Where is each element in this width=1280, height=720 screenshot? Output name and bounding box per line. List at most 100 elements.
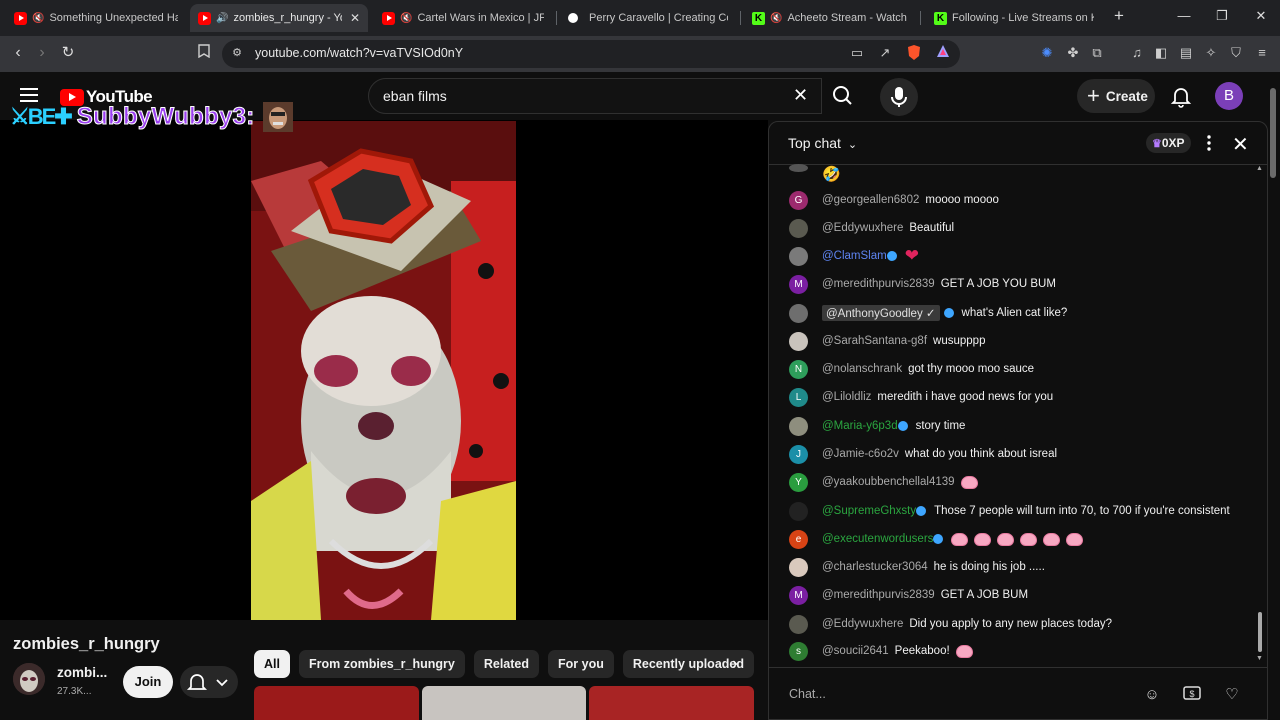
chat-message[interactable]: N @nolanschrank got thy mooo moo sauce	[789, 358, 1034, 380]
chat-message[interactable]: Y @yaakoubbenchellal4139	[789, 471, 984, 493]
chat-author[interactable]: @Jamie-c6o2v	[822, 448, 899, 460]
browser-tab-active[interactable]: 🔊 zombies_r_hungry - YouT ✕	[190, 4, 368, 32]
browser-tab[interactable]: 🔇 Cartel Wars in Mexico | JFGT #14	[374, 4, 552, 32]
speaker-playing-icon[interactable]: 🔊	[216, 13, 228, 24]
browser-tab[interactable]: K Following - Live Streams on Kick	[926, 4, 1102, 32]
site-info-icon[interactable]: ⚙	[228, 44, 246, 62]
chat-author[interactable]: @georgeallen6802	[822, 194, 919, 206]
url-text[interactable]: youtube.com/watch?v=vaTVSIOd0nY	[255, 46, 463, 60]
chip-from-channel[interactable]: From zombies_r_hungry	[298, 650, 465, 678]
browser-tab[interactable]: Perry Caravello | Creating Come	[560, 4, 736, 32]
chat-author[interactable]: @AnthonyGoodley ✓	[822, 305, 940, 321]
chat-mode-dropdown[interactable]: Top chat ⌄	[788, 135, 857, 151]
chat-message[interactable]: @Eddywuxhere Beautiful	[789, 217, 954, 239]
guide-menu-icon[interactable]	[20, 88, 38, 102]
join-button[interactable]: Join	[123, 666, 173, 698]
video-player[interactable]	[251, 121, 516, 620]
subscription-bell-button[interactable]	[180, 666, 238, 698]
chat-message[interactable]: M @meredithpurvis2839 GET A JOB BUM	[789, 584, 1028, 606]
chat-message[interactable]: @SarahSantana-g8f wusupppp	[789, 330, 985, 352]
chat-author[interactable]: @Eddywuxhere	[822, 222, 903, 234]
extensions-puzzle-icon[interactable]: ✤	[1064, 44, 1082, 62]
xp-badge[interactable]: ♛0XP	[1146, 133, 1191, 153]
chat-author[interactable]: @SupremeGhxsty	[822, 505, 916, 517]
related-video-thumbnail[interactable]	[254, 686, 419, 720]
maximize-window-icon[interactable]: ❐	[1212, 8, 1232, 24]
chat-message[interactable]: M @meredithpurvis2839 GET A JOB YOU BUM	[789, 273, 1056, 295]
chat-message[interactable]: @charlestucker3064 he is doing his job .…	[789, 556, 1045, 578]
notifications-bell-icon[interactable]	[1169, 84, 1193, 108]
browser-menu-icon[interactable]: ≡	[1253, 44, 1271, 62]
tab-close-icon[interactable]: ✕	[350, 11, 360, 25]
share-icon[interactable]: ↗	[876, 44, 894, 62]
close-chat-icon[interactable]: ✕	[1232, 132, 1249, 157]
like-heart-icon[interactable]: ♡	[1222, 685, 1242, 705]
chat-author[interactable]: @Eddywuxhere	[822, 618, 903, 630]
page-scrollbar-thumb[interactable]	[1270, 88, 1276, 178]
chat-message[interactable]: @SupremeGhxsty Those 7 people will turn …	[789, 500, 1230, 522]
browser-tab[interactable]: 🔇 Something Unexpected Hap	[6, 4, 186, 32]
sidebar-icon[interactable]: ◧	[1152, 44, 1170, 62]
chat-author[interactable]: @yaakoubbenchellal4139	[822, 476, 955, 488]
new-tab-button[interactable]: +	[1109, 6, 1129, 26]
media-controls-icon[interactable]: ♫	[1128, 44, 1146, 62]
chat-message[interactable]: @ClamSlam ❤	[789, 245, 919, 267]
chat-author[interactable]: @Liloldliz	[822, 391, 871, 403]
chat-message[interactable]: e @executenwordusers	[789, 528, 1089, 550]
search-button[interactable]	[822, 78, 864, 114]
chat-author[interactable]: @charlestucker3064	[822, 561, 928, 573]
chat-author[interactable]: @soucii2641	[822, 645, 889, 657]
channel-name[interactable]: zombi...	[57, 665, 107, 680]
scroll-up-icon[interactable]: ▲	[1256, 165, 1263, 172]
chat-message[interactable]: G @georgeallen6802 moooo moooo	[789, 189, 999, 211]
chat-message[interactable]: L @Liloldliz meredith i have good news f…	[789, 386, 1053, 408]
chat-author[interactable]: @meredithpurvis2839	[822, 278, 935, 290]
chat-scrollbar[interactable]: ▲ ▼	[1256, 165, 1264, 665]
related-video-thumbnail[interactable]	[422, 686, 586, 720]
voice-search-button[interactable]	[880, 78, 918, 116]
screenshot-icon[interactable]: ⧉	[1088, 44, 1106, 62]
leo-ai-icon[interactable]: ✧	[1202, 44, 1220, 62]
chat-message[interactable]: @Eddywuxhere Did you apply to any new pl…	[789, 613, 1112, 635]
chip-related[interactable]: Related	[473, 650, 540, 678]
forward-icon[interactable]: ›	[31, 42, 53, 64]
account-avatar[interactable]: B	[1215, 82, 1243, 110]
create-button[interactable]: + Create	[1077, 79, 1155, 113]
emoji-picker-icon[interactable]: ☺	[1142, 685, 1162, 705]
browser-tab[interactable]: K 🔇 Acheeto Stream - Watch Liv	[744, 4, 916, 32]
chips-next-icon[interactable]: ›	[722, 651, 748, 677]
chat-input[interactable]: Chat...	[789, 679, 1149, 709]
clear-search-icon[interactable]: ✕	[793, 85, 808, 106]
chat-message[interactable]: J @Jamie-c6o2v what do you think about i…	[789, 443, 1057, 465]
chat-message[interactable]: @AnthonyGoodley ✓ what's Alien cat like?	[789, 302, 1067, 324]
super-chat-icon[interactable]: $	[1182, 685, 1202, 705]
chat-author[interactable]: @meredithpurvis2839	[822, 589, 935, 601]
scroll-down-icon[interactable]: ▼	[1256, 655, 1263, 662]
cast-icon[interactable]: ▭	[848, 44, 866, 62]
chat-author[interactable]: @ClamSlam	[822, 250, 887, 262]
muted-speaker-icon[interactable]: 🔇	[400, 13, 412, 24]
chat-message[interactable]: @Maria-y6p3d story time	[789, 415, 965, 437]
chat-author[interactable]: @nolanschrank	[822, 363, 902, 375]
chat-author[interactable]: @executenwordusers	[822, 533, 933, 545]
chip-for-you[interactable]: For you	[548, 650, 614, 678]
chat-scrollbar-thumb[interactable]	[1258, 612, 1262, 652]
chat-author[interactable]: @SarahSantana-g8f	[822, 335, 927, 347]
more-options-icon[interactable]	[1205, 134, 1213, 152]
brave-rewards-icon[interactable]	[934, 44, 952, 62]
minimize-window-icon[interactable]: —	[1174, 8, 1194, 23]
brave-shields-icon[interactable]	[905, 44, 923, 62]
extension-icon[interactable]: ✺	[1038, 44, 1056, 62]
bookmark-icon[interactable]	[195, 44, 213, 62]
back-icon[interactable]: ‹	[7, 42, 29, 64]
reload-icon[interactable]: ↻	[57, 42, 79, 64]
chat-author[interactable]: @Maria-y6p3d	[822, 420, 898, 432]
channel-avatar[interactable]	[13, 663, 45, 695]
muted-speaker-icon[interactable]: 🔇	[32, 13, 44, 24]
related-video-thumbnail[interactable]	[589, 686, 754, 720]
chip-all[interactable]: All	[254, 650, 290, 678]
chat-message[interactable]: s @soucii2641 Peekaboo!	[789, 640, 979, 662]
search-input-value[interactable]: eban films	[383, 88, 447, 104]
close-window-icon[interactable]: ✕	[1251, 8, 1271, 24]
vpn-icon[interactable]: ⛉	[1227, 44, 1245, 62]
